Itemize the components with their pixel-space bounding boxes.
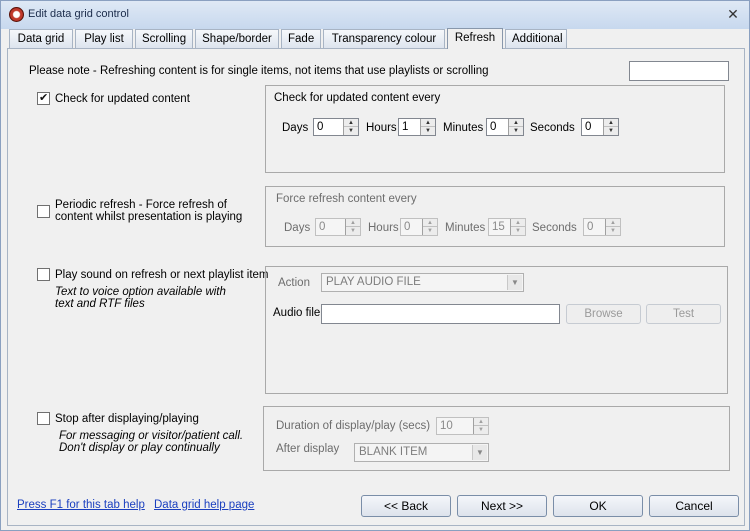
- tab-shape-border[interactable]: Shape/border: [195, 29, 279, 48]
- spin-up-icon[interactable]: ▲: [421, 119, 435, 127]
- data-grid-help-link[interactable]: Data grid help page: [154, 499, 254, 511]
- audio-file-input[interactable]: [321, 304, 560, 324]
- days-label: Days: [284, 222, 311, 234]
- seconds-value: 0: [585, 121, 592, 133]
- after-display-value: BLANK ITEM: [359, 446, 428, 458]
- spin-up-icon[interactable]: ▲: [344, 119, 358, 127]
- audio-file-label: Audio file: [273, 307, 321, 319]
- days-label: Days: [282, 122, 309, 134]
- tab-strip: Data grid Play list Scrolling Shape/bord…: [7, 28, 745, 49]
- days-value: 0: [319, 221, 326, 233]
- seconds-label: Seconds: [530, 122, 575, 134]
- title-bar[interactable]: Edit data grid control ✕: [1, 1, 749, 29]
- duration-label: Duration of display/play (secs): [276, 420, 431, 432]
- hours-label: Hours: [366, 122, 397, 134]
- periodic-refresh-label-2: content whilst presentation is playing: [55, 211, 243, 223]
- spin-down-icon: ▼: [478, 427, 484, 433]
- spin-up-icon: ▲: [346, 219, 360, 227]
- tab-help-link[interactable]: Press F1 for this tab help: [17, 499, 145, 511]
- stop-after-note-2: Don't display or play continually: [59, 442, 220, 454]
- minutes-label: Minutes: [445, 222, 486, 234]
- periodic-refresh-checkbox[interactable]: [37, 205, 50, 218]
- cancel-button[interactable]: Cancel: [649, 495, 739, 517]
- days-value: 0: [317, 121, 324, 133]
- check-updated-label: Check for updated content: [55, 93, 190, 105]
- tab-play-list[interactable]: Play list: [75, 29, 133, 48]
- browse-button: Browse: [566, 304, 641, 324]
- tab-additional[interactable]: Additional: [505, 29, 567, 48]
- days-spinner[interactable]: 0 ▲ ▼: [313, 118, 359, 136]
- spin-up-icon: ▲: [423, 219, 437, 227]
- seconds-label: Seconds: [532, 222, 577, 234]
- days-spinner: 0 ▲ ▼: [315, 218, 361, 236]
- minutes-spinner[interactable]: 0 ▲ ▼: [486, 118, 524, 136]
- spin-up-icon: ▲: [511, 219, 525, 227]
- refresh-note: Please note - Refreshing content is for …: [29, 65, 489, 77]
- play-sound-checkbox[interactable]: [37, 268, 50, 281]
- minutes-spinner: 15 ▲ ▼: [488, 218, 526, 236]
- seconds-spinner: 0 ▲ ▼: [583, 218, 621, 236]
- periodic-refresh-label-1: Periodic refresh - Force refresh of: [55, 199, 227, 211]
- tab-refresh[interactable]: Refresh: [447, 28, 503, 49]
- tab-fade[interactable]: Fade: [281, 29, 321, 48]
- window-title: Edit data grid control: [28, 8, 129, 20]
- stop-after-label: Stop after displaying/playing: [55, 413, 199, 425]
- duration-value: 10: [440, 420, 453, 432]
- play-sound-label: Play sound on refresh or next playlist i…: [55, 269, 269, 281]
- play-sound-note-1: Text to voice option available with: [55, 286, 226, 298]
- play-sound-note-2: text and RTF files: [55, 298, 145, 310]
- check-updated-checkbox[interactable]: [37, 91, 50, 105]
- minutes-label: Minutes: [443, 122, 484, 134]
- top-right-field[interactable]: [629, 61, 729, 81]
- spin-down-icon[interactable]: ▼: [509, 127, 523, 135]
- duration-spinner: 10 ▲ ▼: [436, 417, 489, 435]
- refresh-tab-panel: Please note - Refreshing content is for …: [7, 48, 745, 526]
- periodic-refresh-group-title: Force refresh content every: [276, 193, 417, 205]
- stop-after-note-1: For messaging or visitor/patient call.: [59, 430, 244, 442]
- tab-transparency-colour[interactable]: Transparency colour: [323, 29, 445, 48]
- back-button[interactable]: << Back: [361, 495, 451, 517]
- hours-label: Hours: [368, 222, 399, 234]
- action-label: Action: [278, 277, 310, 289]
- after-display-select: BLANK ITEM ▼: [354, 443, 489, 462]
- spin-down-icon: ▼: [610, 228, 616, 234]
- spin-down-icon: ▼: [515, 228, 521, 234]
- spin-down-icon: ▼: [350, 228, 356, 234]
- hours-value: 1: [402, 121, 409, 133]
- hours-spinner[interactable]: 1 ▲ ▼: [398, 118, 436, 136]
- minutes-value: 0: [490, 121, 497, 133]
- seconds-value: 0: [587, 221, 594, 233]
- spin-down-icon[interactable]: ▼: [421, 127, 435, 135]
- spin-up-icon[interactable]: ▲: [509, 119, 523, 127]
- spin-down-icon: ▼: [427, 228, 433, 234]
- test-button: Test: [646, 304, 721, 324]
- spin-down-icon[interactable]: ▼: [604, 127, 618, 135]
- spin-up-icon[interactable]: ▲: [604, 119, 618, 127]
- tab-data-grid[interactable]: Data grid: [9, 29, 73, 48]
- spin-down-icon[interactable]: ▼: [344, 127, 358, 135]
- dialog-window: Edit data grid control ✕ Data grid Play …: [0, 0, 750, 531]
- minutes-value: 15: [492, 221, 505, 233]
- hours-value: 0: [404, 221, 411, 233]
- seconds-spinner[interactable]: 0 ▲ ▼: [581, 118, 619, 136]
- stop-after-group: [263, 406, 730, 471]
- spin-up-icon: ▲: [474, 418, 488, 426]
- check-updated-group-title: Check for updated content every: [274, 92, 441, 104]
- tab-scrolling[interactable]: Scrolling: [135, 29, 193, 48]
- action-value: PLAY AUDIO FILE: [326, 276, 421, 288]
- next-button[interactable]: Next >>: [457, 495, 547, 517]
- after-display-label: After display: [276, 443, 340, 455]
- hours-spinner: 0 ▲ ▼: [400, 218, 438, 236]
- close-icon[interactable]: ✕: [723, 5, 743, 23]
- chevron-down-icon: ▼: [472, 445, 487, 460]
- ok-button[interactable]: OK: [553, 495, 643, 517]
- spin-up-icon: ▲: [606, 219, 620, 227]
- app-icon: [9, 7, 24, 22]
- action-select: PLAY AUDIO FILE ▼: [321, 273, 524, 292]
- chevron-down-icon: ▼: [507, 275, 522, 290]
- stop-after-checkbox[interactable]: [37, 412, 50, 425]
